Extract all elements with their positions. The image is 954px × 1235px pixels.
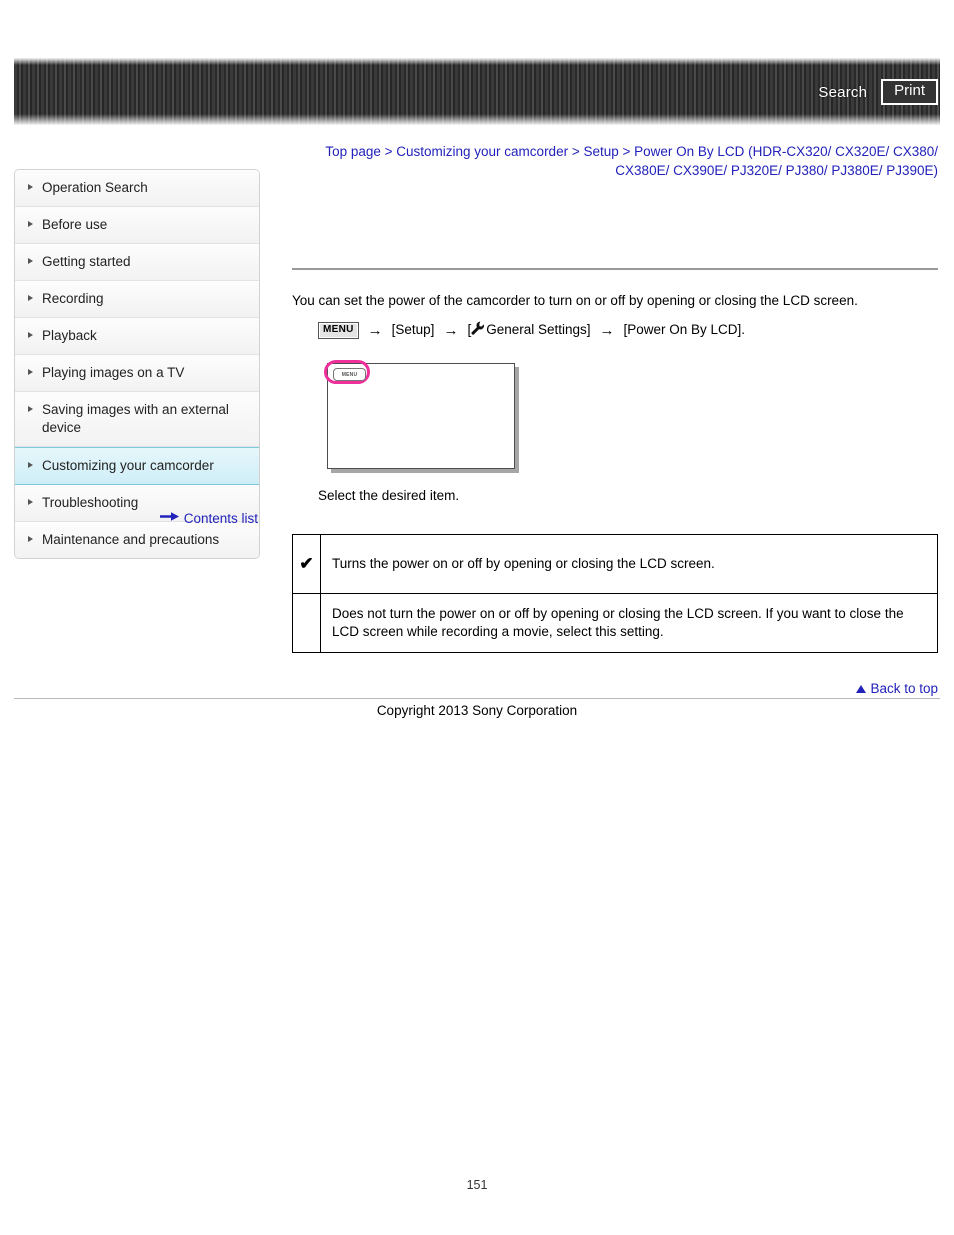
sidebar-item-playing-images-on-a-tv[interactable]: Playing images on a TV [15,355,259,392]
sidebar-item-label: Playing images on a TV [42,365,185,380]
screen-illustration: MENU [324,360,515,469]
sidebar-item-label: Customizing your camcorder [42,458,214,473]
chevron-right-icon [28,258,33,264]
intro-paragraph: You can set the power of the camcorder t… [292,293,858,308]
chevron-right-icon [28,221,33,227]
chevron-right-icon [28,332,33,338]
sidebar-nav: Operation Search Before use Getting star… [14,169,260,559]
menu-chip[interactable]: MENU [318,321,359,339]
content-divider [292,268,938,270]
sidebar-item-recording[interactable]: Recording [15,281,259,318]
checkmark-cell [292,593,321,653]
chevron-right-icon [28,295,33,301]
path-step-power-on-by-lcd: [Power On By LCD]. [623,322,746,337]
table-row: Does not turn the power on or off by ope… [292,593,938,653]
arrow-right-icon [159,510,180,525]
option-description: Turns the power on or off by opening or … [320,534,938,594]
page-number: 151 [466,1178,488,1192]
screen-menu-button[interactable]: MENU [333,368,366,381]
sidebar-item-operation-search[interactable]: Operation Search [15,170,259,207]
path-step-general-settings: General Settings] [486,322,591,337]
sidebar-item-label: Troubleshooting [42,495,139,510]
chevron-right-icon [28,406,33,412]
wrench-icon [471,321,485,341]
chevron-right-icon [28,536,33,542]
sidebar-item-playback[interactable]: Playback [15,318,259,355]
search-link[interactable]: Search [818,84,867,101]
table-row: ✔ Turns the power on or off by opening o… [292,534,938,594]
sidebar-item-label: Before use [42,217,108,232]
option-description: Does not turn the power on or off by ope… [320,593,938,653]
options-table: ✔ Turns the power on or off by opening o… [292,534,938,653]
footer-divider [14,698,940,699]
sidebar-item-label: Saving images with an external device [42,402,229,435]
chevron-right-icon [28,499,33,505]
chevron-right-icon [28,369,33,375]
arrow-right-glyph: → [443,321,459,339]
chevron-right-icon [28,184,33,190]
sidebar-item-before-use[interactable]: Before use [15,207,259,244]
screen-menu-button-label: MENU [341,371,358,378]
header-controls: Search Print [818,78,938,106]
checkmark-cell: ✔ [292,534,321,594]
sidebar-item-label: Getting started [42,254,131,269]
back-to-top-label: Back to top [870,681,938,696]
sidebar-item-label: Recording [42,291,104,306]
path-step-setup: [Setup] [391,322,435,337]
sidebar-item-label: Playback [42,328,97,343]
back-to-top-link[interactable]: Back to top [856,681,938,696]
sidebar-item-customizing-your-camcorder[interactable]: Customizing your camcorder [15,447,259,485]
copyright-text: Copyright 2013 Sony Corporation [376,703,578,718]
print-button[interactable]: Print [881,79,938,105]
sidebar-item-label: Operation Search [42,180,148,195]
sidebar-item-saving-images-external-device[interactable]: Saving images with an external device [15,392,259,447]
chevron-right-icon [28,462,33,468]
select-item-caption: Select the desired item. [318,488,460,503]
arrow-right-glyph: → [367,321,383,339]
contents-list-link[interactable]: Contents list [14,510,258,526]
breadcrumb-line-2[interactable]: CX380E/ CX390E/ PJ320E/ PJ380/ PJ380E/ P… [615,163,938,178]
breadcrumb: Top page > Customizing your camcorder > … [294,142,938,180]
menu-path: MENU → [Setup] → [General Settings] → [P… [318,320,745,340]
breadcrumb-line-1[interactable]: Top page > Customizing your camcorder > … [325,144,938,159]
contents-list-label: Contents list [183,510,258,526]
triangle-up-icon [856,685,867,693]
header-banner [14,58,940,125]
sidebar-item-getting-started[interactable]: Getting started [15,244,259,281]
arrow-right-glyph: → [599,321,615,339]
sidebar-item-label: Maintenance and precautions [42,532,220,547]
sidebar-item-maintenance-and-precautions[interactable]: Maintenance and precautions [15,522,259,558]
